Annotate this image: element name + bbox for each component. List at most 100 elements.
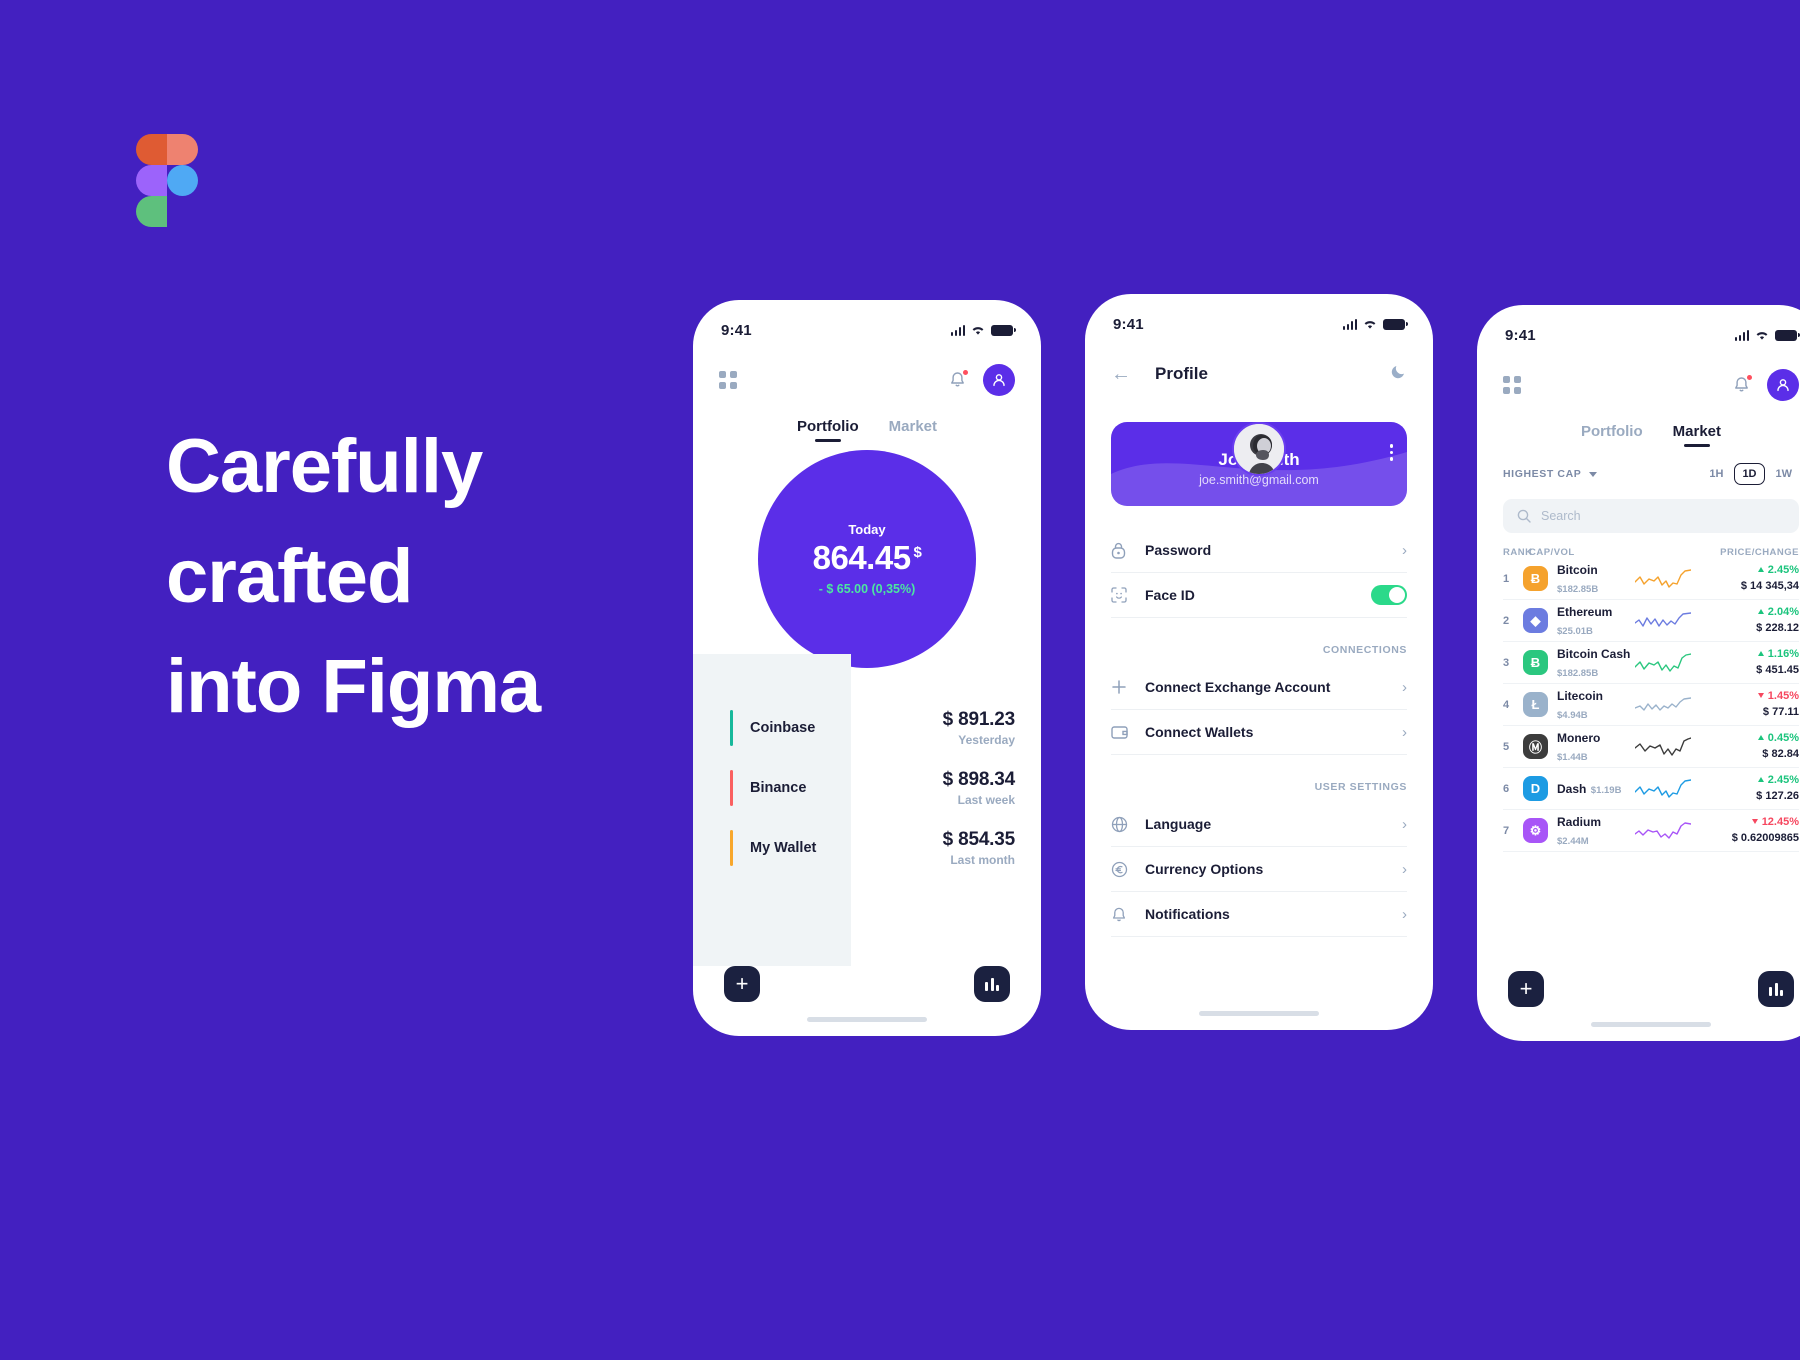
grid-icon[interactable] — [719, 371, 737, 389]
tab-market[interactable]: Market — [1673, 423, 1721, 447]
settings-row-password[interactable]: Password › — [1111, 528, 1407, 573]
sparkline-chart — [1635, 611, 1691, 627]
user-avatar[interactable] — [983, 364, 1015, 396]
asset-color-bar — [730, 770, 733, 806]
chart-button[interactable] — [974, 966, 1010, 1002]
sparkline-chart — [1635, 778, 1691, 798]
home-indicator — [1199, 1011, 1319, 1016]
range-selector: 1H 1D 1W — [1702, 463, 1799, 485]
settings-row-notifications[interactable]: Notifications › — [1111, 892, 1407, 937]
status-time: 9:41 — [1113, 315, 1144, 333]
status-icons — [1342, 318, 1408, 330]
chevron-right-icon: › — [1402, 723, 1407, 741]
coin-cap: $1.44B — [1557, 751, 1588, 763]
notification-dot — [1747, 374, 1752, 380]
sparkline-chart — [1635, 821, 1691, 839]
portfolio-market-tabs: Portfolio Market — [693, 418, 1041, 442]
chevron-right-icon: › — [1402, 905, 1407, 923]
column-cap-vol: CAP/VOL — [1529, 547, 1575, 558]
user-settings-section: Language › Currency Options › Notificati… — [1085, 802, 1433, 937]
list-item[interactable]: My Wallet — [693, 818, 851, 878]
bell-icon — [1111, 906, 1137, 923]
coin-name: Litecoin — [1557, 688, 1604, 703]
search-input[interactable]: Search — [1503, 499, 1799, 533]
ethereum-icon: ◆ — [1523, 608, 1548, 633]
arrow-down-icon — [1751, 819, 1758, 824]
list-item[interactable]: Binance — [693, 758, 851, 818]
table-row[interactable]: 7 ⚙ Radium $2.44M 12.45% $ 0.62009865 — [1503, 810, 1799, 852]
faceid-toggle[interactable] — [1371, 585, 1407, 605]
avatar[interactable] — [1232, 422, 1286, 476]
app-header — [693, 346, 1041, 400]
chart-button[interactable] — [1758, 971, 1794, 1007]
bell-icon[interactable] — [949, 369, 968, 390]
asset-name: Coinbase — [750, 720, 816, 736]
tab-portfolio[interactable]: Portfolio — [797, 418, 859, 442]
cellular-icon — [1342, 318, 1357, 330]
tab-market[interactable]: Market — [889, 418, 937, 442]
coin-cap: $1.19B — [1590, 784, 1622, 796]
home-indicator — [1591, 1022, 1711, 1027]
grid-icon[interactable] — [1503, 376, 1521, 394]
settings-row-language[interactable]: Language › — [1111, 802, 1407, 847]
back-arrow-icon[interactable]: ← — [1111, 364, 1131, 384]
asset-name: My Wallet — [750, 840, 817, 856]
list-item-value: $ 891.23 Yesterday — [851, 698, 1016, 758]
sort-dropdown[interactable]: HIGHEST CAP — [1503, 468, 1598, 480]
status-time: 9:41 — [1505, 326, 1536, 344]
more-vertical-icon[interactable] — [1389, 444, 1393, 461]
settings-row-connect-wallets[interactable]: Connect Wallets › — [1111, 710, 1407, 755]
phone-market: 9:41 Portfolio Market HIGHEST CAP 1H 1D … — [1477, 305, 1800, 1041]
settings-row-connect-exchange[interactable]: Connect Exchange Account › — [1111, 665, 1407, 710]
coin-name: Monero — [1557, 730, 1601, 745]
coin-name: Radium — [1557, 814, 1602, 829]
coin-price: $ 0.62009865 — [1731, 831, 1799, 844]
moon-icon[interactable] — [1390, 363, 1407, 385]
asset-period: Last month — [950, 853, 1015, 867]
table-row[interactable]: 6 D Dash $1.19B 2.45% $ 127.26 — [1503, 768, 1799, 810]
sparkline-chart — [1635, 696, 1691, 711]
phone-profile: 9:41 ← Profile Joe Smith joe.smith@gmail… — [1085, 294, 1433, 1030]
coin-rank: 7 — [1503, 824, 1510, 837]
range-1w[interactable]: 1W — [1769, 464, 1800, 484]
table-row[interactable]: 1 Ƀ Bitcoin $182.85B 2.45% $ 14 345,34 — [1503, 558, 1799, 600]
tab-portfolio[interactable]: Portfolio — [1581, 423, 1643, 447]
settings-label: Password — [1145, 542, 1212, 558]
coin-change: 2.45% — [1756, 774, 1799, 786]
litecoin-icon: Ł — [1523, 692, 1548, 717]
range-1h[interactable]: 1H — [1702, 464, 1730, 484]
coin-rank: 3 — [1503, 656, 1510, 669]
coin-cap: $25.01B — [1557, 625, 1593, 637]
coin-rank: 5 — [1503, 740, 1510, 753]
add-button[interactable] — [724, 966, 760, 1002]
lock-icon — [1111, 542, 1137, 559]
wifi-icon — [1364, 320, 1376, 329]
table-row[interactable]: 5 Ⓜ Monero $1.44B 0.45% $ 82.84 — [1503, 726, 1799, 768]
figma-logo-shape — [136, 196, 167, 227]
profile-card-wrapper: Joe Smith joe.smith@gmail.com — [1111, 422, 1407, 506]
bell-icon[interactable] — [1733, 374, 1752, 395]
range-1d[interactable]: 1D — [1734, 463, 1765, 485]
arrow-up-icon — [1757, 735, 1764, 740]
home-indicator — [807, 1017, 927, 1022]
dash-icon: D — [1523, 776, 1548, 801]
asset-color-bar — [730, 830, 733, 866]
user-avatar[interactable] — [1767, 369, 1799, 401]
chevron-down-icon — [1589, 471, 1598, 477]
settings-row-faceid[interactable]: Face ID — [1111, 573, 1407, 618]
status-time: 9:41 — [721, 321, 752, 339]
add-button[interactable] — [1508, 971, 1544, 1007]
coin-price: $ 228.12 — [1756, 621, 1799, 634]
table-row[interactable]: 2 ◆ Ethereum $25.01B 2.04% $ 228.12 — [1503, 600, 1799, 642]
table-row[interactable]: 3 Ƀ Bitcoin Cash $182.85B 1.16% $ 451.45 — [1503, 642, 1799, 684]
asset-color-bar — [730, 710, 733, 746]
coin-change: 2.04% — [1756, 606, 1799, 618]
asset-period: Last week — [957, 793, 1015, 807]
balance-value: 864.45 — [812, 539, 911, 576]
asset-value: $ 898.34 — [942, 769, 1016, 790]
table-row[interactable]: 4 Ł Litecoin $4.94B 1.45% $ 77.11 — [1503, 684, 1799, 726]
figma-logo-shape — [167, 165, 198, 196]
arrow-up-icon — [1757, 567, 1764, 572]
settings-row-currency[interactable]: Currency Options › — [1111, 847, 1407, 892]
list-item[interactable]: Coinbase — [693, 698, 851, 758]
